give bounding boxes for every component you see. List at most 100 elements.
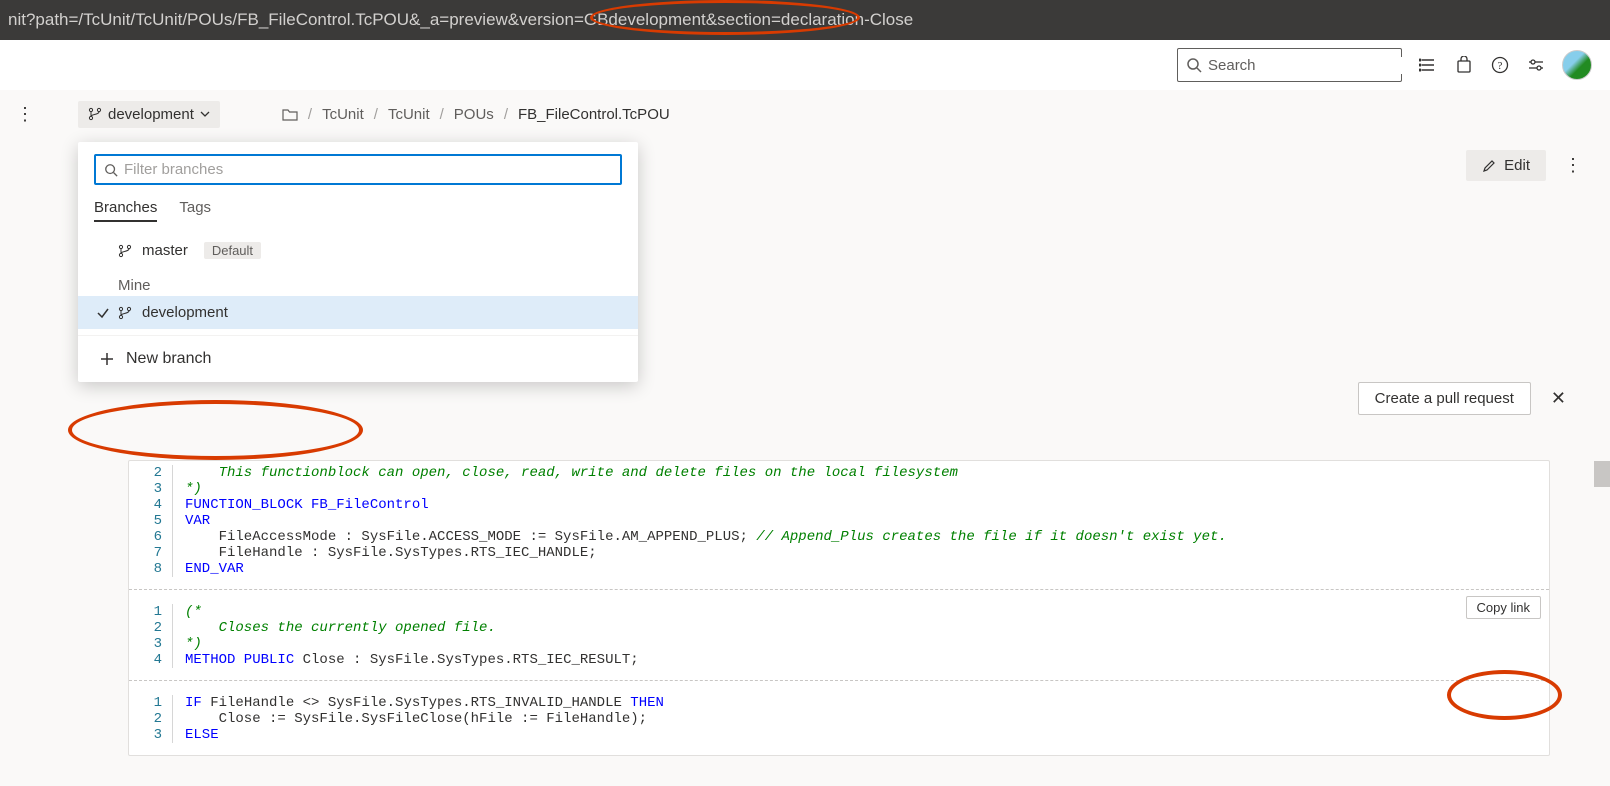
- search-icon: [104, 163, 118, 177]
- more-vertical-icon[interactable]: ⋮: [16, 104, 32, 786]
- branch-list: master Default Mine development: [78, 228, 638, 335]
- code-source: IF FileHandle <> SysFile.SysTypes.RTS_IN…: [173, 695, 664, 711]
- line-number: 5: [129, 513, 173, 529]
- more-vertical-icon[interactable]: ⋮: [1564, 155, 1582, 176]
- search-box[interactable]: [1177, 48, 1402, 82]
- code-source: FUNCTION_BLOCK FB_FileControl: [173, 497, 429, 513]
- code-line[interactable]: 3ELSE: [129, 727, 1549, 743]
- url-bar[interactable]: nit?path=/TcUnit/TcUnit/POUs/FB_FileCont…: [0, 0, 1610, 40]
- svg-text:?: ?: [1498, 60, 1503, 72]
- line-number: 4: [129, 652, 173, 668]
- code-block-2: Copy link 1(*2 Closes the currently open…: [129, 590, 1549, 681]
- breadcrumb-seg[interactable]: TcUnit: [388, 106, 430, 123]
- filter-input-wrap[interactable]: [94, 154, 622, 185]
- pivot-tags[interactable]: Tags: [179, 195, 211, 222]
- branch-row-development[interactable]: development: [78, 296, 638, 329]
- code-source: FileAccessMode : SysFile.ACCESS_MODE := …: [173, 529, 1227, 545]
- breadcrumb-separator: /: [374, 106, 378, 123]
- code-source: This functionblock can open, close, read…: [173, 465, 958, 481]
- close-icon[interactable]: ✕: [1551, 388, 1566, 409]
- code-source: *): [173, 481, 202, 497]
- code-source: FileHandle : SysFile.SysTypes.RTS_IEC_HA…: [173, 545, 597, 561]
- copy-link-button[interactable]: Copy link: [1466, 596, 1541, 619]
- edit-label: Edit: [1504, 157, 1530, 174]
- git-branch-icon: [88, 107, 102, 121]
- top-toolbar: ?: [0, 40, 1610, 90]
- main-column: development / TcUnit / TcUnit / POUs / F…: [48, 90, 1610, 786]
- avatar[interactable]: [1562, 50, 1592, 80]
- left-gutter: ⋮: [0, 90, 48, 786]
- search-input[interactable]: [1208, 57, 1407, 74]
- git-branch-icon: [118, 244, 132, 258]
- pivot-branches[interactable]: Branches: [94, 195, 157, 222]
- code-line[interactable]: 1IF FileHandle <> SysFile.SysTypes.RTS_I…: [129, 695, 1549, 711]
- line-number: 3: [129, 481, 173, 497]
- code-line[interactable]: 5VAR: [129, 513, 1549, 529]
- code-line[interactable]: 1(*: [129, 604, 1549, 620]
- help-icon[interactable]: ?: [1490, 55, 1510, 75]
- code-line[interactable]: 8END_VAR: [129, 561, 1549, 577]
- code-source: (*: [173, 604, 202, 620]
- annotation-circle-branch: [68, 400, 363, 460]
- breadcrumb-seg-current: FB_FileControl.TcPOU: [518, 106, 670, 123]
- line-number: 6: [129, 529, 173, 545]
- code-source: *): [173, 636, 202, 652]
- breadcrumb-separator: /: [440, 106, 444, 123]
- line-number: 8: [129, 561, 173, 577]
- pr-callout: Create a pull request ✕: [1358, 382, 1566, 415]
- branch-selector-button[interactable]: development: [78, 101, 220, 128]
- create-pull-request-button[interactable]: Create a pull request: [1358, 382, 1531, 415]
- code-source: VAR: [173, 513, 210, 529]
- breadcrumb-separator: /: [504, 106, 508, 123]
- filter-branches-input[interactable]: [124, 161, 612, 178]
- breadcrumb-seg[interactable]: TcUnit: [322, 106, 364, 123]
- default-badge: Default: [204, 242, 261, 259]
- list-icon[interactable]: [1418, 55, 1438, 75]
- edit-button[interactable]: Edit: [1466, 150, 1546, 181]
- line-number: 4: [129, 497, 173, 513]
- code-source: END_VAR: [173, 561, 244, 577]
- branch-row-label: master: [142, 242, 188, 259]
- line-number: 2: [129, 465, 173, 481]
- code-source: Closes the currently opened file.: [173, 620, 496, 636]
- code-line[interactable]: 4METHOD PUBLIC Close : SysFile.SysTypes.…: [129, 652, 1549, 668]
- code-line[interactable]: 3*): [129, 481, 1549, 497]
- branch-popover: Branches Tags master Default Mine: [78, 142, 638, 382]
- code-line[interactable]: 4FUNCTION_BLOCK FB_FileControl: [129, 497, 1549, 513]
- code-block-1: 2 This functionblock can open, close, re…: [129, 461, 1549, 590]
- branch-row-master[interactable]: master Default: [78, 234, 638, 267]
- code-line[interactable]: 3*): [129, 636, 1549, 652]
- line-number: 2: [129, 620, 173, 636]
- new-branch-label: New branch: [126, 350, 211, 368]
- breadcrumb-seg[interactable]: POUs: [454, 106, 494, 123]
- code-panel: 2 This functionblock can open, close, re…: [128, 460, 1550, 756]
- right-actions: Edit ⋮: [1466, 150, 1582, 181]
- new-branch-button[interactable]: New branch: [78, 335, 638, 378]
- branch-row-label: development: [142, 304, 228, 321]
- url-text: nit?path=/TcUnit/TcUnit/POUs/FB_FileCont…: [8, 10, 913, 30]
- branch-selector-label: development: [108, 106, 194, 123]
- code-source: Close := SysFile.SysFileClose(hFile := F…: [173, 711, 647, 727]
- filter-row: [78, 142, 638, 195]
- code-line[interactable]: 2 This functionblock can open, close, re…: [129, 465, 1549, 481]
- code-line[interactable]: 6 FileAccessMode : SysFile.ACCESS_MODE :…: [129, 529, 1549, 545]
- mine-section-label: Mine: [78, 267, 638, 296]
- code-line[interactable]: 2 Close := SysFile.SysFileClose(hFile :=…: [129, 711, 1549, 727]
- code-line[interactable]: 2 Closes the currently opened file.: [129, 620, 1549, 636]
- content-area: ⋮ development / TcUnit / TcUnit: [0, 90, 1610, 786]
- code-source: ELSE: [173, 727, 219, 743]
- settings-icon[interactable]: [1526, 55, 1546, 75]
- search-icon: [1186, 55, 1202, 75]
- line-number: 3: [129, 636, 173, 652]
- folder-icon[interactable]: [282, 107, 298, 121]
- line-number: 2: [129, 711, 173, 727]
- bag-icon[interactable]: [1454, 55, 1474, 75]
- breadcrumb-row: development / TcUnit / TcUnit / POUs / F…: [48, 90, 1610, 130]
- pencil-icon: [1482, 159, 1496, 173]
- breadcrumb: / TcUnit / TcUnit / POUs / FB_FileContro…: [282, 106, 670, 123]
- line-number: 7: [129, 545, 173, 561]
- line-number: 1: [129, 604, 173, 620]
- code-source: METHOD PUBLIC Close : SysFile.SysTypes.R…: [173, 652, 639, 668]
- code-line[interactable]: 7 FileHandle : SysFile.SysTypes.RTS_IEC_…: [129, 545, 1549, 561]
- scrollbar-thumb[interactable]: [1594, 461, 1610, 487]
